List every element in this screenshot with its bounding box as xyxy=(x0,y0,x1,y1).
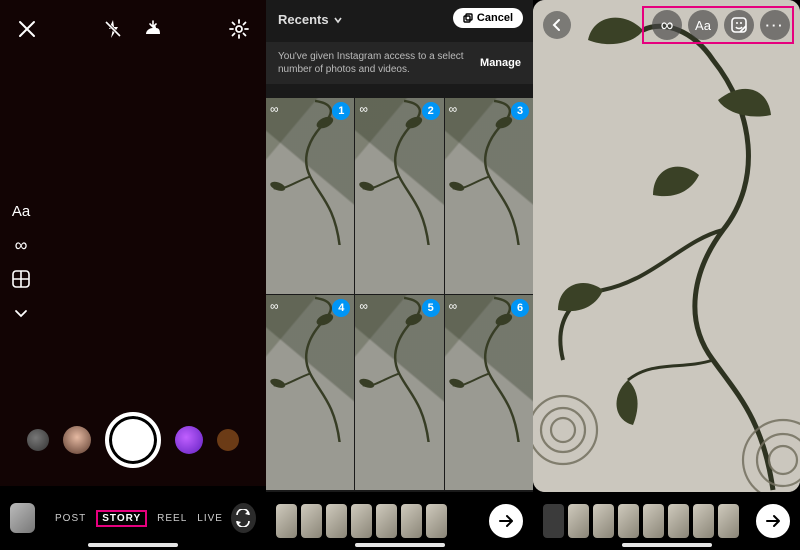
photo-cell[interactable]: ∞ 3 xyxy=(445,98,533,294)
camera-left-tools: Aa ∞ xyxy=(10,200,32,324)
preview-top-bar: ∞ Aa ··· xyxy=(543,10,790,40)
strip-thumb[interactable] xyxy=(693,504,714,538)
story-preview-screen: ∞ Aa ··· xyxy=(533,0,800,550)
strip-thumb[interactable] xyxy=(276,504,297,538)
effect-item[interactable] xyxy=(63,426,91,454)
strip-thumb[interactable] xyxy=(351,504,372,538)
text-tool-icon[interactable]: Aa xyxy=(10,200,32,222)
strip-thumb[interactable] xyxy=(301,504,322,538)
shutter-button[interactable] xyxy=(105,412,161,468)
vine-art xyxy=(355,98,443,245)
photo-cell[interactable]: ∞ 4 xyxy=(266,295,354,491)
strip-thumb[interactable] xyxy=(618,504,639,538)
close-icon[interactable] xyxy=(14,16,40,42)
preview-bottom-bar xyxy=(533,492,800,550)
strip-thumb[interactable] xyxy=(326,504,347,538)
photo-cell[interactable]: ∞ 6 xyxy=(445,295,533,491)
photo-cell[interactable]: ∞ 2 xyxy=(355,98,443,294)
chevron-down-icon[interactable] xyxy=(10,302,32,324)
effect-item[interactable] xyxy=(217,429,239,451)
mode-story[interactable]: STORY xyxy=(96,510,147,527)
effect-item[interactable] xyxy=(27,429,49,451)
access-banner: You've given Instagram access to a selec… xyxy=(266,42,533,84)
next-button[interactable] xyxy=(756,504,790,538)
access-message: You've given Instagram access to a selec… xyxy=(278,50,472,76)
mode-post[interactable]: POST xyxy=(55,513,86,524)
camera-top-bar xyxy=(0,16,266,42)
spacer-thumb xyxy=(543,504,564,538)
strip-thumb[interactable] xyxy=(668,504,689,538)
mode-live[interactable]: LIVE xyxy=(197,513,223,524)
picker-bottom-bar xyxy=(266,492,533,550)
boomerang-badge-icon: ∞ xyxy=(449,102,458,116)
vine-art xyxy=(445,295,533,442)
camera-bottom-bar: POST STORY REEL LIVE xyxy=(0,486,266,550)
home-indicator xyxy=(88,543,178,547)
selection-number-badge: 5 xyxy=(422,299,440,317)
layout-tool-icon[interactable] xyxy=(10,268,32,290)
copy-icon xyxy=(463,13,473,23)
flash-off-icon[interactable] xyxy=(100,16,126,42)
boomerang-badge-icon: ∞ xyxy=(270,299,279,313)
strip-thumb[interactable] xyxy=(643,504,664,538)
manage-button[interactable]: Manage xyxy=(480,57,521,69)
effect-item[interactable] xyxy=(175,426,203,454)
cancel-button[interactable]: Cancel xyxy=(453,8,523,28)
selection-number-badge: 4 xyxy=(332,299,350,317)
photo-cell[interactable]: ∞ 1 xyxy=(266,98,354,294)
camera-switch-icon[interactable] xyxy=(231,503,256,533)
download-icon[interactable] xyxy=(140,16,166,42)
floral-art xyxy=(533,0,800,492)
settings-icon[interactable] xyxy=(226,16,252,42)
photo-grid[interactable]: ∞ 1 ∞ 2 ∞ 3 ∞ 4 xyxy=(266,98,533,490)
boomerang-icon[interactable]: ∞ xyxy=(652,10,682,40)
photo-cell[interactable]: ∞ 5 xyxy=(355,295,443,491)
strip-thumb[interactable] xyxy=(568,504,589,538)
vine-art xyxy=(445,98,533,245)
strip-thumb[interactable] xyxy=(593,504,614,538)
sticker-icon[interactable] xyxy=(724,10,754,40)
effects-carousel[interactable] xyxy=(0,412,266,468)
strip-thumb[interactable] xyxy=(426,504,447,538)
gallery-picker-screen: Recents Cancel You've given Instagram ac… xyxy=(266,0,533,550)
boomerang-badge-icon: ∞ xyxy=(359,299,368,313)
home-indicator xyxy=(622,543,712,547)
mode-switcher[interactable]: POST STORY REEL LIVE xyxy=(55,510,223,527)
boomerang-tool-icon[interactable]: ∞ xyxy=(10,234,32,256)
home-indicator xyxy=(355,543,445,547)
back-button[interactable] xyxy=(543,11,571,39)
chevron-down-icon xyxy=(333,15,343,25)
more-icon[interactable]: ··· xyxy=(760,10,790,40)
mode-reel[interactable]: REEL xyxy=(157,513,187,524)
camera-top-mid xyxy=(100,16,166,42)
strip-thumb[interactable] xyxy=(376,504,397,538)
album-label: Recents xyxy=(278,12,329,27)
strip-thumb[interactable] xyxy=(718,504,739,538)
selection-number-badge: 2 xyxy=(422,102,440,120)
boomerang-badge-icon: ∞ xyxy=(359,102,368,116)
selection-number-badge: 3 xyxy=(511,102,529,120)
strip-thumb[interactable] xyxy=(401,504,422,538)
vine-art xyxy=(266,98,354,245)
selection-number-badge: 6 xyxy=(511,299,529,317)
preview-tool-group: ∞ Aa ··· xyxy=(652,10,790,40)
boomerang-badge-icon: ∞ xyxy=(449,299,458,313)
gallery-thumbnail[interactable] xyxy=(10,503,35,533)
next-button[interactable] xyxy=(489,504,523,538)
boomerang-badge-icon: ∞ xyxy=(270,102,279,116)
story-camera-screen: Aa ∞ POST STORY REEL LIVE xyxy=(0,0,266,550)
vine-art xyxy=(355,295,443,442)
vine-art xyxy=(266,295,354,442)
preview-canvas[interactable] xyxy=(533,0,800,492)
text-tool-icon[interactable]: Aa xyxy=(688,10,718,40)
album-selector[interactable]: Recents xyxy=(278,12,343,27)
